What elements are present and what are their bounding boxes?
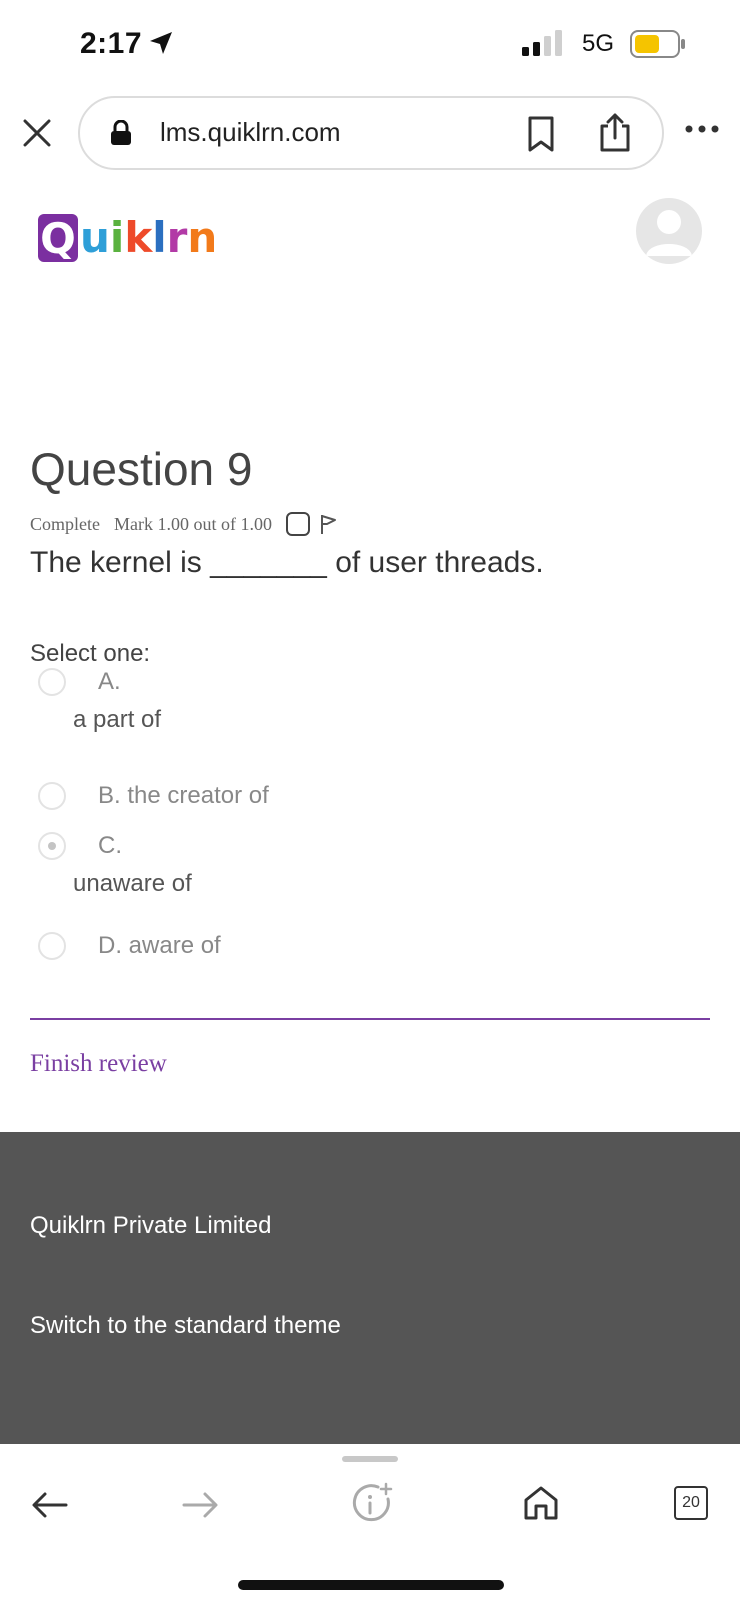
logo-letter: i xyxy=(109,213,125,262)
flag-question-checkbox[interactable] xyxy=(285,512,310,536)
answer-text: unaware of xyxy=(73,870,192,897)
question-info: Complete Mark 1.00 out of 1.00 xyxy=(30,512,338,536)
signal-strength-icon xyxy=(522,30,562,56)
radio-button-selected[interactable] xyxy=(38,832,66,860)
radio-button[interactable] xyxy=(38,782,66,810)
logo-letter: n xyxy=(187,213,218,262)
logo-letter: u xyxy=(80,213,110,262)
share-icon[interactable] xyxy=(598,112,632,152)
logo-letter: l xyxy=(152,213,167,262)
tab-count: 20 xyxy=(682,1494,700,1511)
question-mark: Mark 1.00 out of 1.00 xyxy=(114,513,272,534)
url-text: lms.quiklrn.com xyxy=(160,117,341,147)
radio-button[interactable] xyxy=(38,668,66,696)
switch-theme-link[interactable]: Switch to the standard theme xyxy=(30,1312,341,1340)
logo-letter: k xyxy=(124,213,153,262)
answer-letter: C. xyxy=(98,832,122,859)
battery-icon xyxy=(630,30,685,58)
page-footer: Quiklrn Private Limited Switch to the st… xyxy=(0,1132,740,1444)
status-bar: 2:17 5G xyxy=(0,0,740,90)
flag-icon[interactable] xyxy=(318,513,338,535)
tabs-counter-button[interactable]: 20 xyxy=(674,1486,708,1520)
question-title: Question 9 xyxy=(30,443,253,495)
location-arrow-icon xyxy=(150,32,172,54)
section-divider xyxy=(30,1018,710,1020)
answer-option-d[interactable]: D. aware of xyxy=(38,932,698,966)
grab-handle[interactable] xyxy=(342,1456,398,1462)
user-avatar-icon xyxy=(646,210,692,256)
url-field[interactable]: lms.quiklrn.com xyxy=(78,96,664,170)
radio-button[interactable] xyxy=(38,932,66,960)
select-one-prompt: Select one: xyxy=(30,640,151,667)
logo-letter: Q xyxy=(38,214,78,263)
user-avatar[interactable] xyxy=(636,198,702,264)
bookmark-icon[interactable] xyxy=(526,116,556,152)
footer-company-name: Quiklrn Private Limited xyxy=(30,1212,272,1239)
forward-arrow-icon[interactable] xyxy=(180,1490,220,1520)
close-icon[interactable] xyxy=(22,118,52,148)
browser-bottom-toolbar: 20 xyxy=(0,1444,740,1600)
question-state: Complete xyxy=(30,513,100,534)
back-arrow-icon[interactable] xyxy=(30,1490,70,1520)
status-time: 2:17 xyxy=(80,27,143,60)
lock-icon xyxy=(111,120,131,145)
answer-option-b[interactable]: B. the creator of xyxy=(38,782,698,816)
site-logo[interactable]: Q u i k l r n xyxy=(38,206,218,263)
question-text: The kernel is _______ of user threads. xyxy=(30,546,544,579)
answer-text: D. aware of xyxy=(98,932,221,959)
home-icon[interactable] xyxy=(522,1484,560,1522)
network-type: 5G xyxy=(582,30,615,57)
browser-address-bar: lms.quiklrn.com xyxy=(0,92,740,172)
answer-option-c[interactable]: C. unaware of xyxy=(38,832,698,902)
finish-review-link[interactable]: Finish review xyxy=(30,1050,167,1078)
logo-letter: r xyxy=(166,213,188,262)
answer-option-a[interactable]: A. a part of xyxy=(38,668,698,738)
more-options-icon[interactable] xyxy=(684,122,720,136)
answer-text: a part of xyxy=(73,706,162,733)
home-indicator[interactable] xyxy=(238,1580,504,1590)
info-sparkle-icon[interactable] xyxy=(350,1482,394,1526)
answer-text: B. the creator of xyxy=(98,782,269,809)
answer-letter: A. xyxy=(98,668,121,695)
